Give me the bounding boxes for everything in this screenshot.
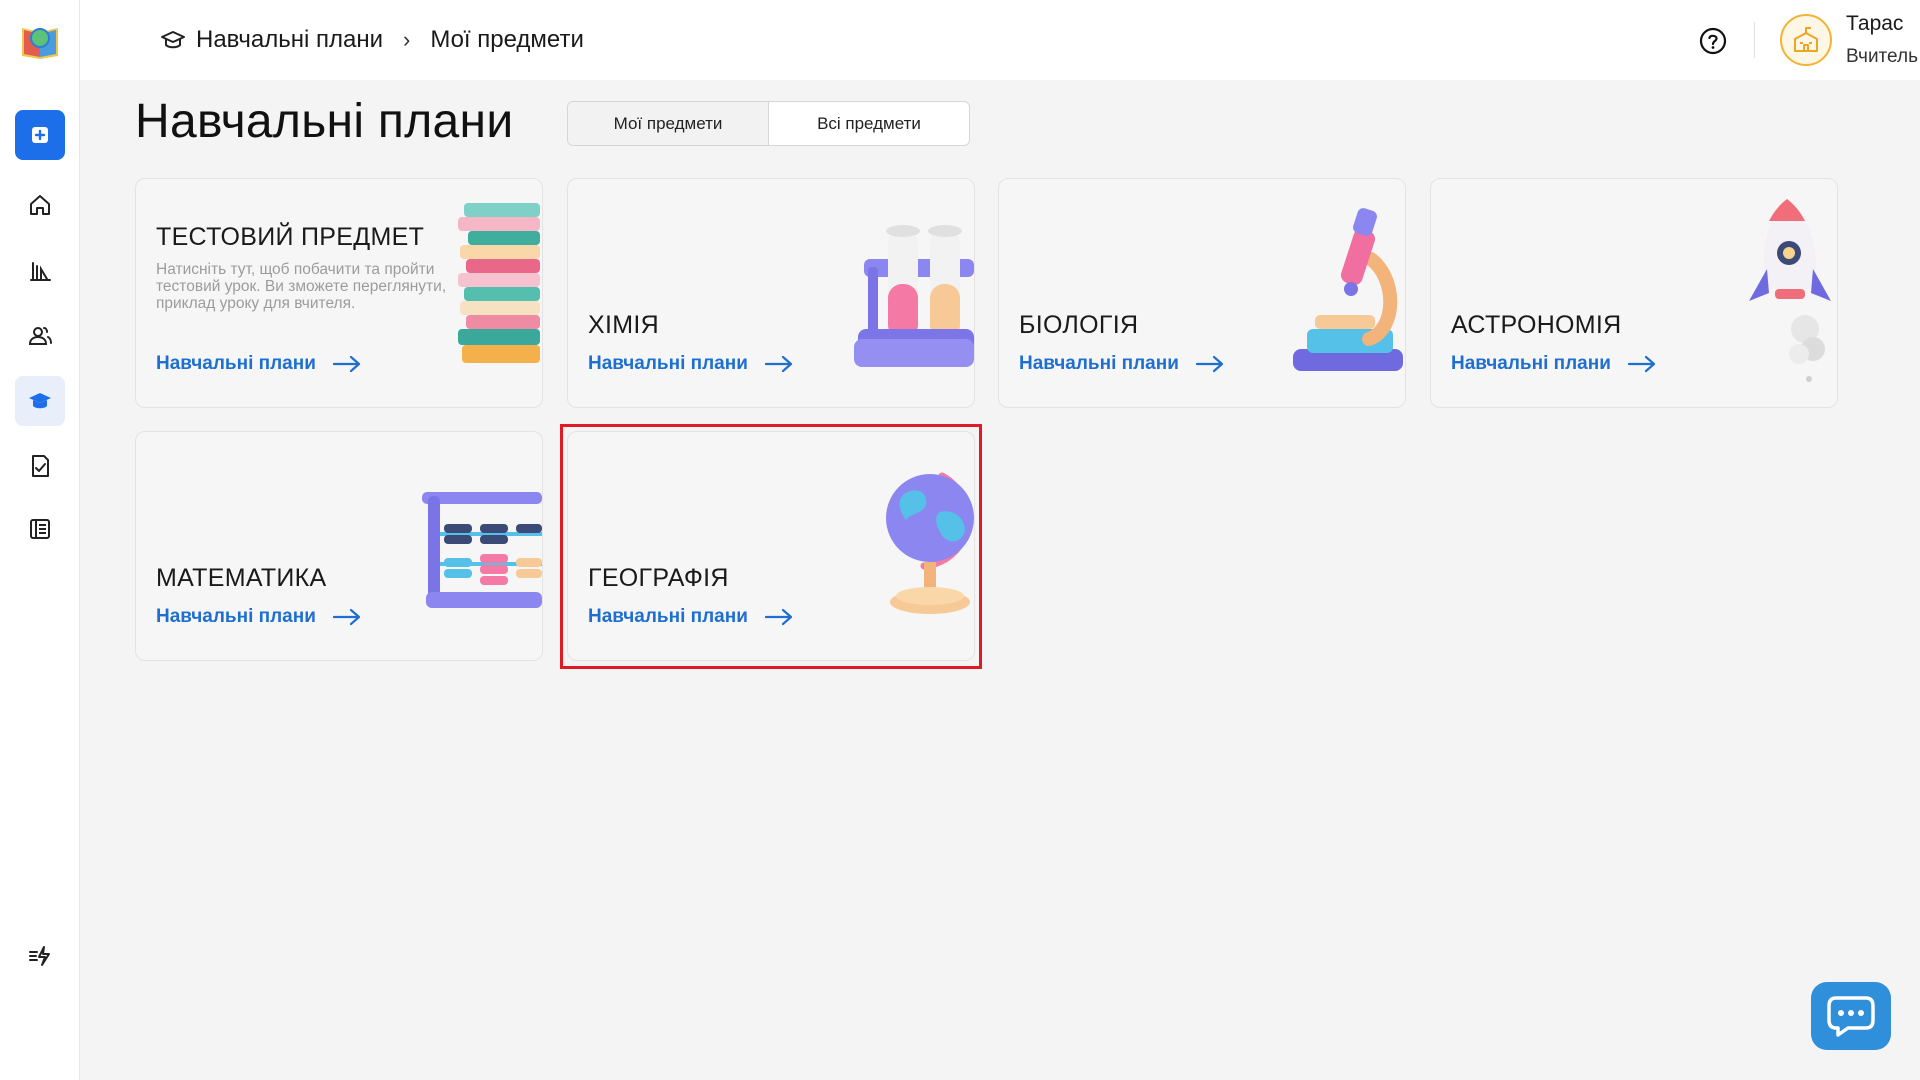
graduation-cap-icon [161, 31, 185, 49]
tab-all-subjects[interactable]: Всі предмети [769, 102, 969, 145]
subject-title: АСТРОНОМІЯ [1451, 311, 1622, 339]
globe-icon [886, 472, 974, 614]
library-icon [30, 262, 51, 281]
users-icon [28, 327, 52, 345]
user-name[interactable]: Тарас [1846, 12, 1903, 36]
curricula-link[interactable]: Навчальні плани [588, 353, 794, 375]
curricula-link-label: Навчальні плани [588, 353, 748, 374]
curricula-link[interactable]: Навчальні плани [588, 606, 794, 628]
subject-card-test[interactable]: ТЕСТОВИЙ ПРЕДМЕТ Натисніть тут, щоб поба… [135, 178, 543, 408]
chevron-right-icon: › [402, 27, 411, 52]
app-logo-icon[interactable] [19, 20, 61, 60]
curricula-link-label: Навчальні плани [156, 353, 316, 374]
subject-card-mathematics[interactable]: МАТЕМАТИКА Навчальні плани [135, 431, 543, 661]
subject-title: ХІМІЯ [588, 311, 659, 339]
curricula-link-label: Навчальні плани [156, 606, 316, 627]
create-button[interactable] [15, 110, 65, 160]
quick-actions-icon [29, 946, 50, 966]
subject-title: БІОЛОГІЯ [1019, 311, 1139, 339]
subject-card-geography[interactable]: ГЕОГРАФІЯ Навчальні плани [567, 431, 975, 661]
subject-title: ТЕСТОВИЙ ПРЕДМЕТ [156, 223, 425, 251]
home-icon [30, 195, 50, 215]
sidebar-item-library[interactable] [15, 246, 65, 296]
sidebar-item-journal[interactable] [15, 504, 65, 554]
sidebar-item-home[interactable] [15, 180, 65, 230]
breadcrumb-root[interactable]: Навчальні плани [196, 26, 383, 54]
avatar[interactable] [1780, 14, 1832, 66]
arrow-right-icon [332, 608, 361, 626]
sidebar-item-curricula[interactable] [15, 376, 65, 426]
sidebar-collapse-button[interactable] [15, 931, 65, 981]
sidebar-item-users[interactable] [15, 311, 65, 361]
arrow-right-icon [764, 608, 793, 626]
curricula-link[interactable]: Навчальні плани [156, 606, 362, 628]
chat-icon [1827, 996, 1875, 1037]
page-title: Навчальні плани [135, 95, 514, 148]
sidebar-item-assignments[interactable] [15, 441, 65, 491]
abacus-icon [422, 492, 542, 608]
test-tubes-icon [854, 225, 974, 367]
journal-icon [30, 519, 50, 539]
help-icon[interactable] [1698, 26, 1728, 56]
arrow-right-icon [332, 355, 361, 373]
curricula-link-label: Навчальні плани [1019, 353, 1179, 374]
curricula-link[interactable]: Навчальні плани [1451, 353, 1657, 375]
breadcrumb: Навчальні плани › Мої предмети [160, 0, 584, 80]
subject-card-biology[interactable]: БІОЛОГІЯ Навчальні плани [998, 178, 1406, 408]
subject-description: Натисніть тут, щоб побачити та пройти те… [156, 261, 447, 312]
books-icon [458, 203, 540, 363]
subject-card-astronomy[interactable]: АСТРОНОМІЯ Навчальні плани [1430, 178, 1838, 408]
divider [1754, 22, 1755, 58]
graduation-cap-icon [29, 393, 51, 409]
arrow-right-icon [1627, 355, 1656, 373]
breadcrumb-current: Мої предмети [430, 26, 584, 53]
subject-title: МАТЕМАТИКА [156, 564, 327, 592]
user-role: Вчитель [1846, 46, 1918, 67]
rocket-icon [1749, 199, 1831, 382]
document-check-icon [32, 455, 49, 477]
curricula-link-label: Навчальні плани [588, 606, 748, 627]
arrow-right-icon [1195, 355, 1224, 373]
sidebar [0, 0, 80, 1080]
arrow-right-icon [764, 355, 793, 373]
subject-card-chemistry[interactable]: ХІМІЯ Навчальні плани [567, 178, 975, 408]
curricula-link-label: Навчальні плани [1451, 353, 1611, 374]
curricula-link[interactable]: Навчальні плани [156, 353, 362, 375]
curricula-link[interactable]: Навчальні плани [1019, 353, 1225, 375]
tab-my-subjects[interactable]: Мої предмети [568, 102, 769, 145]
plus-square-icon [32, 127, 48, 143]
school-icon [1794, 27, 1818, 52]
microscope-icon [1293, 208, 1403, 371]
chat-button[interactable] [1811, 982, 1891, 1050]
subject-title: ГЕОГРАФІЯ [588, 564, 729, 592]
subject-filter-tabs: Мої предмети Всі предмети [567, 101, 970, 146]
top-bar: Навчальні плани › Мої предмети Тарас Вчи… [80, 0, 1920, 80]
